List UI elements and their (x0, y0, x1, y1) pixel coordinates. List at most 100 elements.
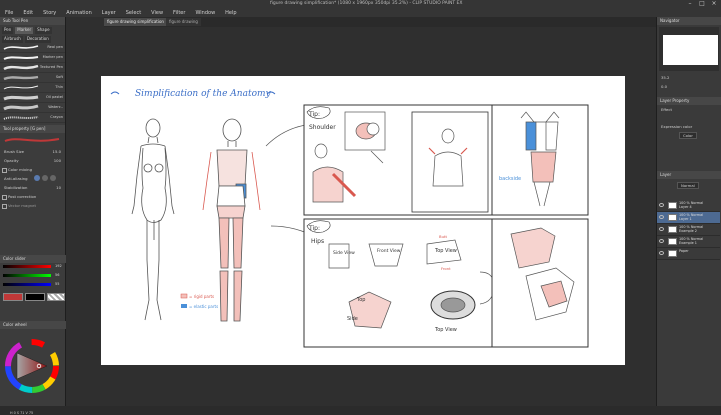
menu-view[interactable]: View (146, 10, 168, 16)
tab-figure-drawing-simplification[interactable]: figure drawing simplification (104, 18, 167, 26)
sub-tool-header: Sub Tool Pen (0, 17, 65, 25)
layer-row[interactable]: 100 % Normal Layer 4 (657, 200, 720, 212)
stabilization-label: Stabilization (4, 185, 28, 190)
layer-row[interactable]: 100 % Normal Layer 1 (657, 212, 720, 224)
blend-mode-select[interactable]: Normal (677, 182, 699, 189)
brush-item[interactable]: Marker pen (0, 53, 65, 63)
tab-pen[interactable]: Pen (2, 27, 14, 34)
window-title: figure drawing simplification* (1080 x 1… (270, 1, 463, 6)
right-panel: Navigator 35.2 0.0 Layer Property Effect… (656, 17, 721, 406)
blend-mode-row[interactable]: Normal (657, 181, 720, 190)
anti-aliasing-option[interactable] (42, 175, 48, 181)
color-mixing-row[interactable]: Color mixing (0, 165, 65, 174)
layer-thumbnail (668, 250, 677, 257)
eye-icon[interactable] (659, 239, 664, 243)
top-view-circle-label: Top View (434, 327, 457, 333)
color-readout: H 0 S 71 V 75 (10, 411, 34, 415)
brush-item[interactable]: Soft (0, 73, 65, 83)
anti-aliasing-option[interactable] (34, 175, 40, 181)
brush-item[interactable]: Crayon (0, 113, 65, 123)
menu-window[interactable]: Window (190, 10, 220, 16)
eye-icon[interactable] (659, 215, 664, 219)
opacity-row[interactable]: Opacity 100 (0, 156, 65, 165)
sub-color-swatch[interactable] (25, 293, 45, 301)
legend-rigid: = rigid parts (189, 294, 214, 299)
green-slider[interactable] (3, 274, 51, 277)
butt-label: Butt (439, 234, 447, 239)
brush-item[interactable]: Waterc.. (0, 103, 65, 113)
expression-color-select[interactable]: Color (657, 131, 721, 140)
brush-item[interactable]: Oil pastel (0, 93, 65, 103)
tab-shape[interactable]: Shape (35, 27, 52, 34)
zoom-row[interactable]: 35.2 (657, 73, 721, 82)
layer-name: 100 % Normal Layer 4 (679, 201, 704, 209)
maximize-button[interactable]: □ (696, 0, 708, 8)
brush-item[interactable]: Textured Pen (0, 63, 65, 73)
brush-name: Waterc.. (48, 105, 63, 109)
menu-file[interactable]: File (0, 10, 18, 16)
tip-label-shoulder: Tip: (308, 111, 320, 118)
left-panel: Sub Tool Pen Pen Marker Shape Airbrush D… (0, 17, 69, 415)
layer-row[interactable]: 100 % Normal Example 1 (657, 236, 720, 248)
post-correction-row[interactable]: Post correction (0, 192, 65, 201)
opacity-value: 100 (53, 158, 61, 163)
main-color-swatch[interactable] (3, 293, 23, 301)
menu-story[interactable]: Story (38, 10, 61, 16)
brush-name: Oil pastel (46, 95, 63, 99)
tab-airbrush[interactable]: Airbrush (2, 36, 23, 43)
navigator-header: Navigator (657, 17, 721, 25)
backside-label: backside (499, 176, 521, 182)
brush-preview (0, 133, 65, 147)
tab-marker[interactable]: Marker (15, 27, 34, 34)
brush-stroke-preview (3, 104, 39, 111)
brush-item[interactable]: Thin (0, 83, 65, 93)
stabilization-value: 10 (56, 185, 61, 190)
brush-stroke-preview (3, 116, 39, 120)
anti-aliasing-row[interactable]: Anti-aliasing (0, 174, 65, 183)
anti-aliasing-option[interactable] (50, 175, 56, 181)
eye-icon[interactable] (659, 251, 664, 255)
side-label: Side (347, 316, 358, 322)
brush-stroke-preview (3, 95, 39, 101)
panel-shoulder-sub (411, 111, 489, 213)
artwork-svg: Simplification of the Anatomy = rigid pa… (110, 89, 589, 348)
red-slider[interactable] (3, 265, 51, 268)
artboard[interactable]: Simplification of the Anatomy = rigid pa… (101, 76, 625, 365)
post-correction-checkbox[interactable] (2, 195, 7, 200)
menu-filter[interactable]: Filter (168, 10, 190, 16)
layer-row[interactable]: 100 % Normal Example 2 (657, 224, 720, 236)
tool-property-header: Tool property [G pen] (0, 125, 65, 133)
brush-size-row[interactable]: Brush Size 15.0 (0, 147, 65, 156)
tool-column (66, 17, 104, 406)
minimize-button[interactable]: – (684, 0, 696, 8)
vector-magnet-row[interactable]: Vector magnet (0, 201, 65, 210)
menu-layer[interactable]: Layer (97, 10, 121, 16)
menu-bar: File Edit Story Animation Layer Select V… (0, 8, 721, 17)
navigator-preview[interactable] (659, 27, 719, 71)
tab-figure-drawing[interactable]: figure drawing (166, 18, 201, 26)
expression-color-value: Color (679, 132, 697, 139)
color-wheel[interactable] (3, 337, 61, 395)
brush-item[interactable]: Real pen (0, 43, 65, 53)
blue-slider[interactable] (3, 283, 51, 286)
menu-animation[interactable]: Animation (61, 10, 97, 16)
close-button[interactable]: × (708, 0, 720, 8)
eye-icon[interactable] (659, 227, 664, 231)
menu-select[interactable]: Select (121, 10, 146, 16)
menu-help[interactable]: Help (220, 10, 241, 16)
artwork-title: Simplification of the Anatomy (135, 89, 272, 99)
brush-name: Crayon (50, 115, 63, 119)
tab-decoration[interactable]: Decoration (24, 36, 51, 43)
rotation-row[interactable]: 0.0 (657, 82, 721, 91)
color-mixing-label: Color mixing (8, 167, 32, 172)
vector-magnet-checkbox[interactable] (2, 204, 7, 209)
color-mixing-checkbox[interactable] (2, 168, 7, 173)
top-view-small-label: Top View (434, 248, 457, 254)
layer-row[interactable]: Paper (657, 248, 720, 260)
layer-name: 100 % Normal Example 2 (679, 225, 704, 233)
eye-icon[interactable] (659, 203, 664, 207)
transparent-swatch[interactable] (47, 293, 65, 301)
expression-color-label: Expression color (661, 124, 693, 129)
menu-edit[interactable]: Edit (18, 10, 38, 16)
stabilization-row[interactable]: Stabilization 10 (0, 183, 65, 192)
